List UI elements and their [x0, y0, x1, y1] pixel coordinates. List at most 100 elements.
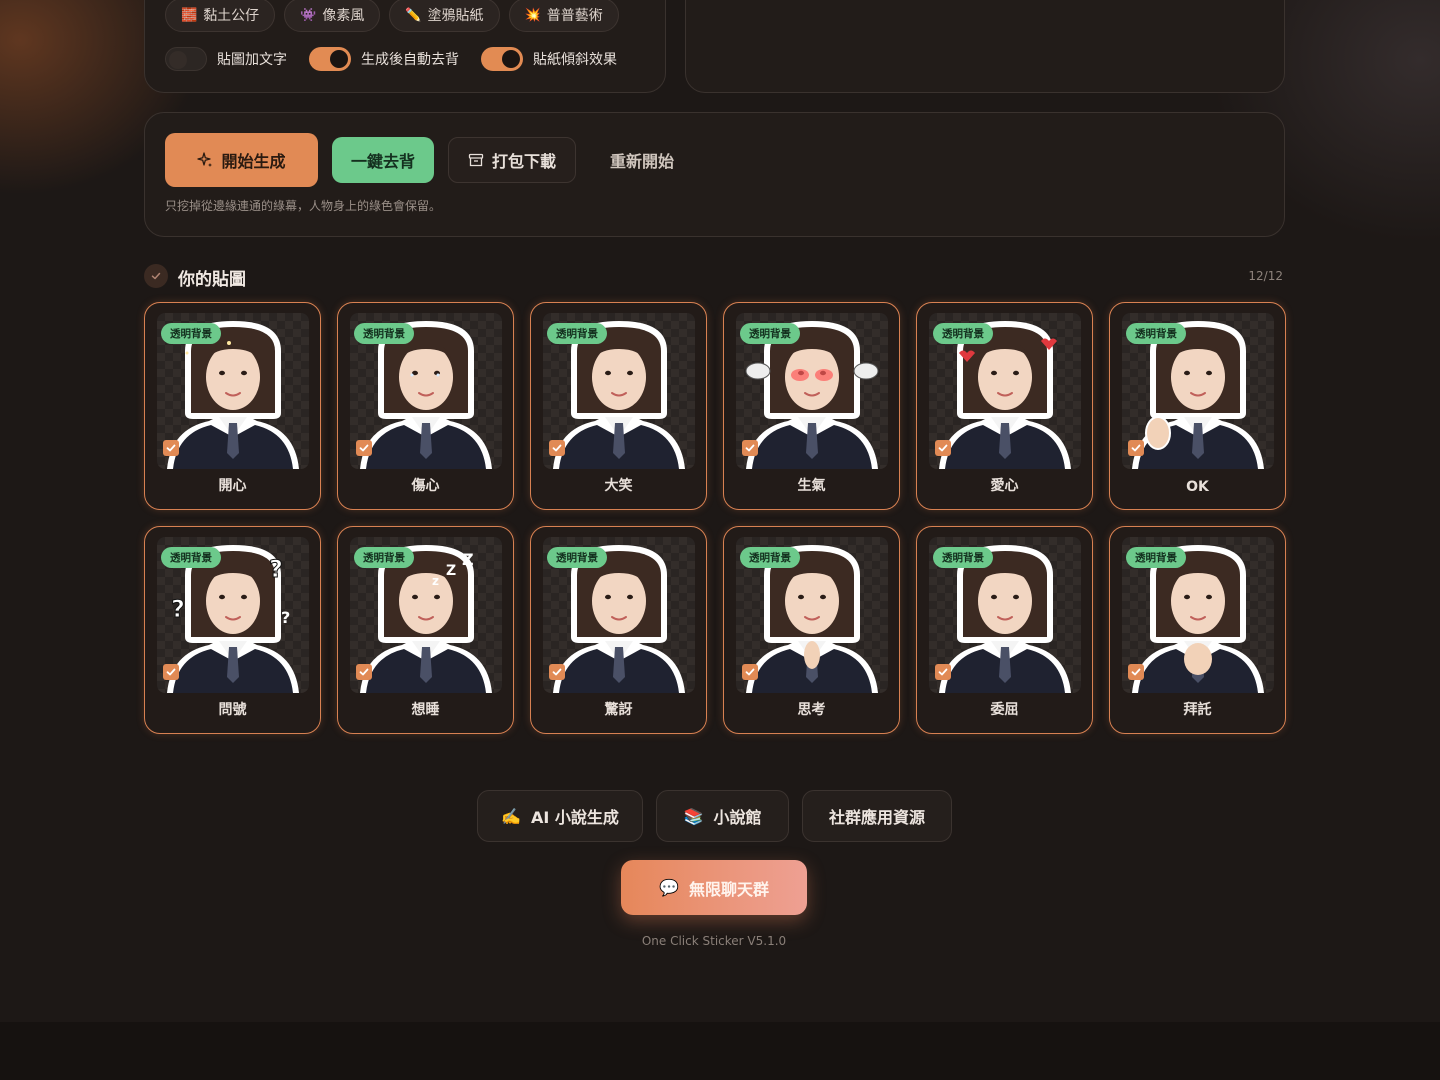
chip-label: 黏土公仔 [203, 8, 260, 24]
svg-text:?: ? [269, 555, 283, 583]
transparent-bg-badge: 透明背景 [740, 547, 800, 568]
transparent-bg-badge: 透明背景 [933, 323, 993, 344]
style-options-panel: 🧱 黏土公仔 👾 像素風 ✏️ 塗鴉貼紙 💥 普普藝術 貼圖加文字 生成後自動去… [144, 0, 666, 93]
generate-label: 開始生成 [221, 152, 286, 171]
preview-panel [685, 0, 1285, 93]
chat-label: 無限聊天群 [688, 879, 769, 899]
pencil-icon: ✏️ [405, 7, 422, 23]
svg-text:?: ? [171, 595, 185, 623]
checkbox-icon[interactable] [549, 664, 565, 680]
app-version: One Click Sticker V5.1.0 [641, 934, 787, 948]
toggle-switch[interactable] [481, 47, 523, 71]
bottom-strip [0, 1022, 1440, 1080]
checkbox-icon[interactable] [356, 440, 372, 456]
transparent-bg-badge: 透明背景 [161, 547, 221, 568]
style-chip-doodle[interactable]: ✏️ 塗鴉貼紙 [389, 0, 500, 32]
transparent-bg-badge: 透明背景 [1126, 323, 1186, 344]
gallery-title: 你的貼圖 [178, 270, 246, 290]
checkbox-icon[interactable] [163, 664, 179, 680]
archive-icon [468, 153, 484, 167]
transparent-bg-badge: 透明背景 [1126, 547, 1186, 568]
action-buttons: 開始生成 一鍵去背 打包下載 重新開始 [165, 133, 686, 187]
toggle-add-text[interactable]: 貼圖加文字 [165, 47, 287, 71]
checkbox-icon[interactable] [935, 440, 951, 456]
writing-hand-icon: ✍️ [501, 806, 521, 826]
download-label: 打包下載 [491, 152, 556, 171]
sticker-card[interactable]: 透明背景 思考 [723, 526, 900, 734]
sticker-card[interactable]: 透明背景驚訝 [530, 526, 707, 734]
sticker-card[interactable]: ??? 透明背景問號 [144, 526, 321, 734]
svg-text:Z: Z [446, 563, 456, 579]
sticker-card[interactable]: 透明背景傷心 [337, 302, 514, 510]
download-zip-button[interactable]: 打包下載 [448, 137, 576, 183]
check-icon [144, 264, 168, 288]
sticker-card[interactable]: z Z Z 透明背景 想睡 [337, 526, 514, 734]
sticker-card[interactable]: 透明背景大笑 [530, 302, 707, 510]
toggle-label: 貼紙傾斜效果 [533, 52, 617, 68]
style-chip-clay[interactable]: 🧱 黏土公仔 [165, 0, 276, 32]
green-screen-hint: 只挖掉從邊緣連通的綠幕，人物身上的綠色會保留。 [165, 199, 442, 213]
generate-button[interactable]: 開始生成 [165, 133, 318, 187]
checkbox-icon[interactable] [935, 664, 951, 680]
checkbox-icon[interactable] [163, 440, 179, 456]
ai-novel-link[interactable]: ✍️ AI 小說生成 [477, 790, 643, 842]
checkbox-icon[interactable] [1128, 440, 1144, 456]
chat-group-button[interactable]: 💬 無限聊天群 [621, 860, 807, 915]
toggle-switch[interactable] [165, 47, 207, 71]
books-icon: 📚 [683, 806, 704, 826]
sticker-card[interactable]: 透明背景開心 [144, 302, 321, 510]
transparent-bg-badge: 透明背景 [354, 323, 414, 344]
sticker-label: 拜託 [1183, 702, 1212, 718]
social-resources-link[interactable]: 社群應用資源 [802, 790, 952, 842]
remove-bg-button[interactable]: 一鍵去背 [332, 137, 434, 183]
transparent-bg-badge: 透明背景 [354, 547, 414, 568]
toggle-label: 貼圖加文字 [217, 52, 287, 68]
brick-icon: 🧱 [181, 7, 198, 23]
style-chip-pixel[interactable]: 👾 像素風 [284, 0, 381, 32]
sticker-label: 委屈 [990, 702, 1019, 718]
sticker-card[interactable]: 透明背景 OK [1109, 302, 1286, 510]
toggle-tilt-effect[interactable]: 貼紙傾斜效果 [481, 47, 617, 71]
checkbox-icon[interactable] [742, 664, 758, 680]
checkbox-icon[interactable] [549, 440, 565, 456]
chip-label: 像素風 [322, 8, 365, 24]
sticker-label: 想睡 [411, 702, 440, 718]
transparent-bg-badge: 透明背景 [740, 323, 800, 344]
transparent-bg-badge: 透明背景 [161, 323, 221, 344]
restart-button[interactable]: 重新開始 [598, 137, 686, 183]
sticker-label: 開心 [218, 478, 247, 494]
gallery-header: 你的貼圖 12/12 [144, 264, 1283, 290]
chip-label: 普普藝術 [546, 8, 603, 24]
remove-bg-label: 一鍵去背 [350, 152, 415, 171]
sticker-card[interactable]: 透明背景拜託 [1109, 526, 1286, 734]
transparent-bg-badge: 透明背景 [933, 547, 993, 568]
transparent-bg-badge: 透明背景 [547, 547, 607, 568]
toggle-row: 貼圖加文字 生成後自動去背 貼紙傾斜效果 [165, 47, 639, 71]
actions-panel: 開始生成 一鍵去背 打包下載 重新開始 只挖掉從邊緣連通的綠幕，人物身上的綠色會… [144, 112, 1285, 237]
sticker-card[interactable]: 透明背景 愛心 [916, 302, 1093, 510]
sticker-label: 問號 [218, 702, 247, 718]
sticker-card[interactable]: 透明背景委屈 [916, 526, 1093, 734]
sticker-count: 12/12 [1248, 269, 1283, 283]
checkbox-icon[interactable] [1128, 664, 1144, 680]
checkbox-icon[interactable] [356, 664, 372, 680]
transparent-bg-badge: 透明背景 [547, 323, 607, 344]
chip-label: 塗鴉貼紙 [427, 8, 484, 24]
toggle-auto-remove-bg[interactable]: 生成後自動去背 [309, 47, 459, 71]
sticker-label: 大笑 [604, 478, 633, 494]
style-chip-popart[interactable]: 💥 普普藝術 [508, 0, 619, 32]
sticker-label: 傷心 [411, 478, 440, 494]
sparkle-icon [197, 152, 213, 167]
toggle-switch[interactable] [309, 47, 351, 71]
svg-text:z: z [432, 574, 439, 588]
style-chip-list: 🧱 黏土公仔 👾 像素風 ✏️ 塗鴉貼紙 💥 普普藝術 [165, 0, 619, 32]
svg-text:?: ? [281, 608, 290, 627]
checkbox-icon[interactable] [742, 440, 758, 456]
collision-icon: 💥 [524, 7, 541, 23]
sticker-grid: 透明背景 開心 透明背景 傷心 透明背景 大笑 透明背景 生氣 透明背景 愛心 透明背景 OK??? 透… [144, 302, 1286, 734]
sticker-label: 驚訝 [604, 702, 633, 718]
sticker-card[interactable]: 透明背景 生氣 [723, 302, 900, 510]
sticker-label: OK [1186, 479, 1209, 495]
novel-library-link[interactable]: 📚 小說館 [656, 790, 789, 842]
link-label: 社群應用資源 [828, 808, 925, 827]
